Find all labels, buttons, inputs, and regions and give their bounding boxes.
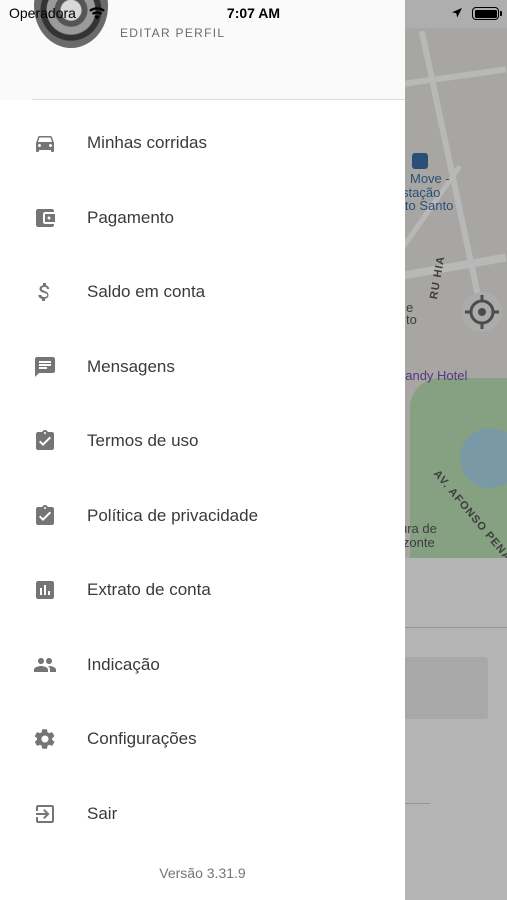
drawer-menu: Minhas corridas Pagamento Saldo em conta… [0,106,405,851]
menu-item-label: Indicação [87,654,160,674]
exit-icon [33,802,57,826]
dollar-icon [33,280,57,304]
menu-item-saldo-em-conta[interactable]: Saldo em conta [0,255,405,330]
navigation-drawer: EDITAR PERFIL Minhas corridas Pagamento … [0,0,405,900]
menu-item-extrato-de-conta[interactable]: Extrato de conta [0,553,405,628]
people-icon [33,653,57,677]
app-version: Versão 3.31.9 [159,865,246,881]
edit-profile-link[interactable]: EDITAR PERFIL [120,26,225,40]
menu-item-termos-de-uso[interactable]: Termos de uso [0,404,405,479]
menu-item-pagamento[interactable]: Pagamento [0,181,405,256]
menu-item-minhas-corridas[interactable]: Minhas corridas [0,106,405,181]
menu-item-politica-de-privacidade[interactable]: Política de privacidade [0,479,405,554]
message-icon [33,355,57,379]
menu-item-label: Mensagens [87,356,175,376]
car-icon [33,131,57,155]
menu-item-label: Pagamento [87,207,174,227]
menu-item-label: Extrato de conta [87,580,211,600]
menu-item-mensagens[interactable]: Mensagens [0,330,405,405]
status-bar: Operadora 7:07 AM [0,0,507,28]
menu-item-indicacao[interactable]: Indicação [0,628,405,703]
header-divider [32,99,405,100]
battery-icon [472,7,502,20]
bar-chart-icon [33,578,57,602]
clipboard-check-icon [33,429,57,453]
menu-item-label: Termos de uso [87,431,199,451]
menu-item-label: Configurações [87,729,197,749]
status-time: 7:07 AM [226,5,281,21]
menu-item-sair[interactable]: Sair [0,777,405,852]
menu-item-configuracoes[interactable]: Configurações [0,702,405,777]
menu-item-label: Política de privacidade [87,505,259,525]
location-arrow-icon [451,6,463,24]
wallet-icon [33,206,57,230]
menu-item-label: Saldo em conta [87,282,206,302]
menu-item-label: Sair [87,803,118,823]
menu-item-label: Minhas corridas [87,133,207,153]
gear-icon [33,727,57,751]
clipboard-check-icon [33,504,57,528]
